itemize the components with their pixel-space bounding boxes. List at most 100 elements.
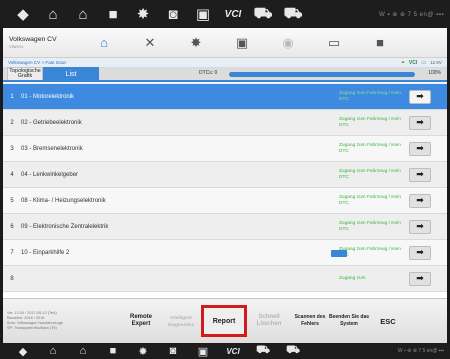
connection-status: ⚭ VCI ▭ 12.5V (401, 60, 442, 66)
row-number: 7 (10, 249, 14, 256)
system-row[interactable]: 1 01 - Motorelektronik Zugang zum Fahrzeug… (3, 84, 447, 110)
arrow-right-icon[interactable]: ➡ (409, 193, 431, 208)
system-bottom-bar: ◆ ⌂ ⌂ ■ ✸ ◙ ▣ VCI ⛟ ⛟ W ▪ ⊕ ⊕ 7 5 en@ ▪▪… (0, 343, 450, 359)
system-row[interactable]: 7 10 - Einparkhilfe 2 Zugang zum Fahrzeug … (3, 240, 447, 266)
arrow-right-icon[interactable]: ➡ (409, 167, 431, 182)
intelligent-diagnostics-button[interactable]: Intelligent Diagnostics (161, 303, 201, 339)
scan-faults-button[interactable]: Scannen des Fehlers (291, 303, 329, 339)
system-status-text: Zugang zum (339, 275, 366, 281)
house-outline-icon[interactable]: ⌂ (68, 343, 98, 359)
link-icon: ⚭ (400, 59, 405, 66)
tab-topology[interactable]: Topologische Grafik (7, 67, 43, 80)
car-connect-icon[interactable]: ⛟ (278, 343, 308, 359)
info-line: SP: Transporter/Multivan (T6) (7, 325, 57, 330)
tab-list[interactable]: List (43, 67, 99, 80)
system-status-text: Zugang zum Fahrzeug / Kein DTC (339, 169, 401, 180)
vehicle-name: Volkswagen CV (9, 36, 57, 43)
scan-progress-fill (229, 72, 415, 77)
battery-icon: ▭ (421, 59, 426, 66)
back-icon[interactable]: ◆ (8, 343, 38, 359)
app-screen: Volkswagen CV VIN/VCI ⌂ ✕ ✸ ▣ ◉ ▭ ■ Volk… (3, 28, 447, 343)
system-status: W ▪ ⊕ ⊕ 7 5 en@ ▪▪▪ (397, 348, 444, 354)
vehicle-info: Volkswagen CV VIN/VCI (3, 36, 81, 49)
system-row[interactable]: 3 03 - Bremsenelektronik Zugang zum Fahrze… (3, 136, 447, 162)
system-status-text: Zugang zum Fahrzeug / Kein DTC (339, 195, 401, 206)
system-row[interactable]: 2 02 - Getriebeelektronik Zugang zum Fahrz… (3, 110, 447, 136)
system-list: 1 01 - Motorelektronik Zugang zum Fahrzeug… (3, 84, 447, 298)
camera-icon[interactable]: ◙ (158, 343, 188, 359)
app-header: Volkswagen CV VIN/VCI ⌂ ✕ ✸ ▣ ◉ ▭ ■ (3, 28, 447, 58)
settings-icon[interactable]: ✸ (128, 343, 158, 359)
car-wifi-icon[interactable]: ⛟ (248, 0, 278, 28)
home-icon[interactable]: ⌂ (38, 343, 68, 359)
camera-icon[interactable]: ◙ (158, 0, 188, 28)
breadcrumb-path[interactable]: Volkswagen CV > Fast Scan (8, 60, 66, 65)
vci-label: VCI (408, 59, 418, 66)
row-number: 4 (10, 171, 14, 178)
system-name: 09 - Elektronische Zentralelektrik (21, 223, 109, 230)
dtc-count: DTCs: 0 (199, 70, 225, 76)
car-connect-icon[interactable]: ⛟ (278, 0, 308, 28)
arrow-right-icon[interactable]: ➡ (409, 141, 431, 156)
display-icon[interactable]: ▣ (188, 0, 218, 28)
row-number: 5 (10, 197, 14, 204)
home-car-icon[interactable]: ⌂ (81, 28, 127, 58)
arrow-right-icon[interactable]: ➡ (409, 219, 431, 234)
system-name: 01 - Motorelektronik (21, 93, 75, 100)
system-status: W ▪ ⊕ ⊕ 7 5 en@ ▪▪▪ (379, 11, 444, 18)
row-number: 3 (10, 145, 14, 152)
quick-erase-button[interactable]: Schnell Löschen (247, 303, 291, 339)
system-name: 10 - Einparkhilfe 2 (21, 249, 70, 256)
scan-progress-bar (229, 72, 415, 77)
system-name: 02 - Getriebeelektronik (21, 119, 82, 126)
system-name: 08 - Klima- / Heizungselektronik (21, 197, 106, 204)
row-number: 8 (10, 275, 14, 282)
report-button[interactable]: Report (201, 305, 247, 337)
display-icon[interactable]: ▣ (188, 343, 218, 359)
help-icon[interactable]: ◉ (265, 28, 311, 58)
system-row[interactable]: 5 08 - Klima- / Heizungselektronik Zugang … (3, 188, 447, 214)
tools-icon[interactable]: ✕ (127, 28, 173, 58)
dtc-label: DTCs: 0 (199, 70, 218, 76)
house-outline-icon[interactable]: ⌂ (68, 0, 98, 28)
system-status-text: Zugang zum Fahrzeug / Kein DTC (339, 91, 401, 102)
battery-voltage: 12.5V (429, 60, 442, 65)
book-icon[interactable]: ■ (98, 0, 128, 28)
system-row[interactable]: 6 09 - Elektronische Zentralelektrik Zugan… (3, 214, 447, 240)
folder-icon[interactable]: ■ (357, 28, 403, 58)
arrow-right-icon[interactable]: ➡ (409, 271, 431, 286)
system-status-text: Zugang zum Fahrzeug / Kein DTC (339, 221, 401, 232)
vehicle-sub: VIN/VCI (9, 44, 24, 49)
system-top-bar: ◆ ⌂ ⌂ ■ ✸ ◙ ▣ VCI ⛟ ⛟ W ▪ ⊕ ⊕ 7 5 en@ ▪▪… (0, 0, 450, 28)
view-tabs: Topologische Grafik List DTCs: 0 100% (3, 67, 447, 82)
row-number: 1 (10, 93, 14, 100)
vci-icon[interactable]: VCI (218, 343, 248, 359)
back-icon[interactable]: ◆ (8, 0, 38, 28)
row-number: 2 (10, 119, 14, 126)
system-row[interactable]: 8 Zugang zum ➡ (3, 266, 447, 292)
settings-icon[interactable]: ✸ (128, 0, 158, 28)
car-wifi-icon[interactable]: ⛟ (248, 343, 278, 359)
info-flag-icon (331, 250, 347, 257)
remote-expert-button[interactable]: Remote Expert (121, 303, 161, 339)
scan-progress-percent: 100% (428, 70, 441, 76)
arrow-right-icon[interactable]: ➡ (409, 245, 431, 260)
save-icon[interactable]: ▭ (311, 28, 357, 58)
system-name: 04 - Lenkwinkelgeber (21, 171, 79, 178)
system-status-text: Zugang zum Fahrzeug / Kein DTC (339, 247, 401, 257)
home-icon[interactable]: ⌂ (38, 0, 68, 28)
system-status-text: Zugang zum Fahrzeug / Kein DTC (339, 117, 401, 128)
gear-icon[interactable]: ✸ (173, 28, 219, 58)
vehicle-details: Ver. 12.00 / 2017-05-10 (TeA) Baureihe: … (3, 311, 121, 330)
book-icon[interactable]: ■ (98, 343, 128, 359)
arrow-right-icon[interactable]: ➡ (409, 115, 431, 130)
exit-system-button[interactable]: Beenden Sie das System (329, 303, 369, 339)
row-number: 6 (10, 223, 14, 230)
vci-icon[interactable]: VCI (218, 0, 248, 28)
system-name: 03 - Bremsenelektronik (21, 145, 83, 152)
system-row[interactable]: 4 04 - Lenkwinkelgeber Zugang zum Fahrzeug… (3, 162, 447, 188)
function-bar: Ver. 12.00 / 2017-05-10 (TeA) Baureihe: … (3, 298, 447, 343)
arrow-right-icon[interactable]: ➡ (409, 89, 431, 104)
esc-button[interactable]: ESC (369, 303, 407, 339)
printer-icon[interactable]: ▣ (219, 28, 265, 58)
